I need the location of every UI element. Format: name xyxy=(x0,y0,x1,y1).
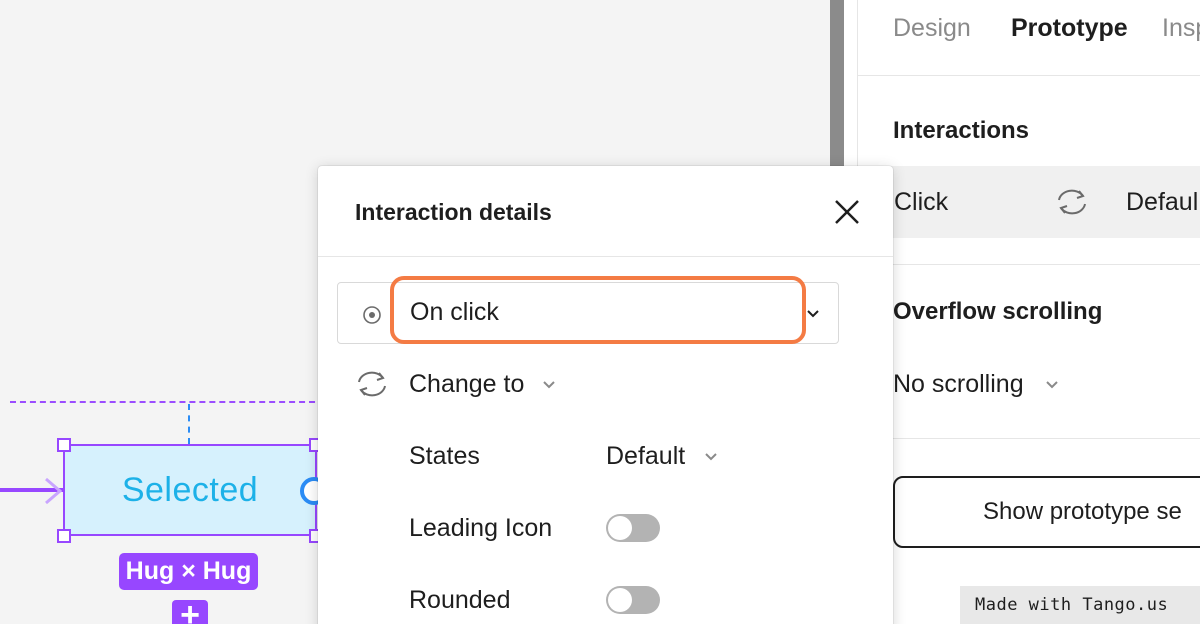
states-label: States xyxy=(409,442,480,470)
selected-frame[interactable]: Selected xyxy=(63,444,317,536)
change-to-icon xyxy=(358,371,386,397)
chevron-down-icon xyxy=(1045,381,1058,389)
interactions-heading: Interactions xyxy=(893,117,1030,144)
connection-arrow-icon xyxy=(45,477,63,505)
overflow-value: No scrolling xyxy=(893,370,1024,398)
properties-panel: Design Prototype Insp Interactions Click… xyxy=(858,0,1200,624)
chevron-down-icon xyxy=(543,381,555,389)
trigger-target-icon xyxy=(363,306,381,324)
overflow-heading: Overflow scrolling xyxy=(893,298,1103,325)
show-prototype-settings-button[interactable]: Show prototype se xyxy=(893,476,1200,548)
panel-tabs: Design Prototype Insp xyxy=(858,0,1200,76)
action-dropdown[interactable]: Change to xyxy=(409,370,524,399)
tab-inspect[interactable]: Insp xyxy=(1162,14,1200,43)
modal-header: Interaction details xyxy=(318,166,893,257)
size-badge[interactable]: Hug × Hug xyxy=(119,553,258,590)
section-divider xyxy=(888,264,1200,265)
resize-handle-bottom-left[interactable] xyxy=(57,529,71,543)
frame-label: Selected xyxy=(121,470,259,509)
change-to-icon xyxy=(1058,189,1086,215)
trigger-value: On click xyxy=(410,298,499,326)
trigger-select[interactable]: On click xyxy=(337,282,839,344)
leading-icon-label: Leading Icon xyxy=(409,514,553,542)
states-dropdown[interactable]: Default xyxy=(606,442,685,471)
overflow-dropdown[interactable]: No scrolling xyxy=(893,370,1059,399)
chevron-down-icon xyxy=(705,453,717,461)
resize-handle-top-left[interactable] xyxy=(57,438,71,452)
interaction-trigger: Click xyxy=(894,188,949,216)
modal-title: Interaction details xyxy=(355,199,552,225)
tango-watermark: Made with Tango.us xyxy=(960,586,1200,624)
interaction-destination: Defaul xyxy=(1126,188,1199,216)
close-icon[interactable] xyxy=(832,197,862,227)
rounded-toggle[interactable] xyxy=(606,586,660,614)
section-divider xyxy=(888,438,1200,439)
tab-design[interactable]: Design xyxy=(893,14,971,43)
spacing-guide xyxy=(188,404,190,444)
chevron-down-icon xyxy=(807,310,819,318)
rounded-label: Rounded xyxy=(409,586,511,614)
tab-prototype[interactable]: Prototype xyxy=(1011,14,1128,43)
interaction-details-modal: Interaction details On click Change to S… xyxy=(318,166,893,624)
add-icon[interactable]: + xyxy=(172,598,208,624)
leading-icon-toggle[interactable] xyxy=(606,514,660,542)
auto-layout-guide xyxy=(10,401,325,403)
interaction-row[interactable]: Click Defaul xyxy=(888,166,1200,238)
